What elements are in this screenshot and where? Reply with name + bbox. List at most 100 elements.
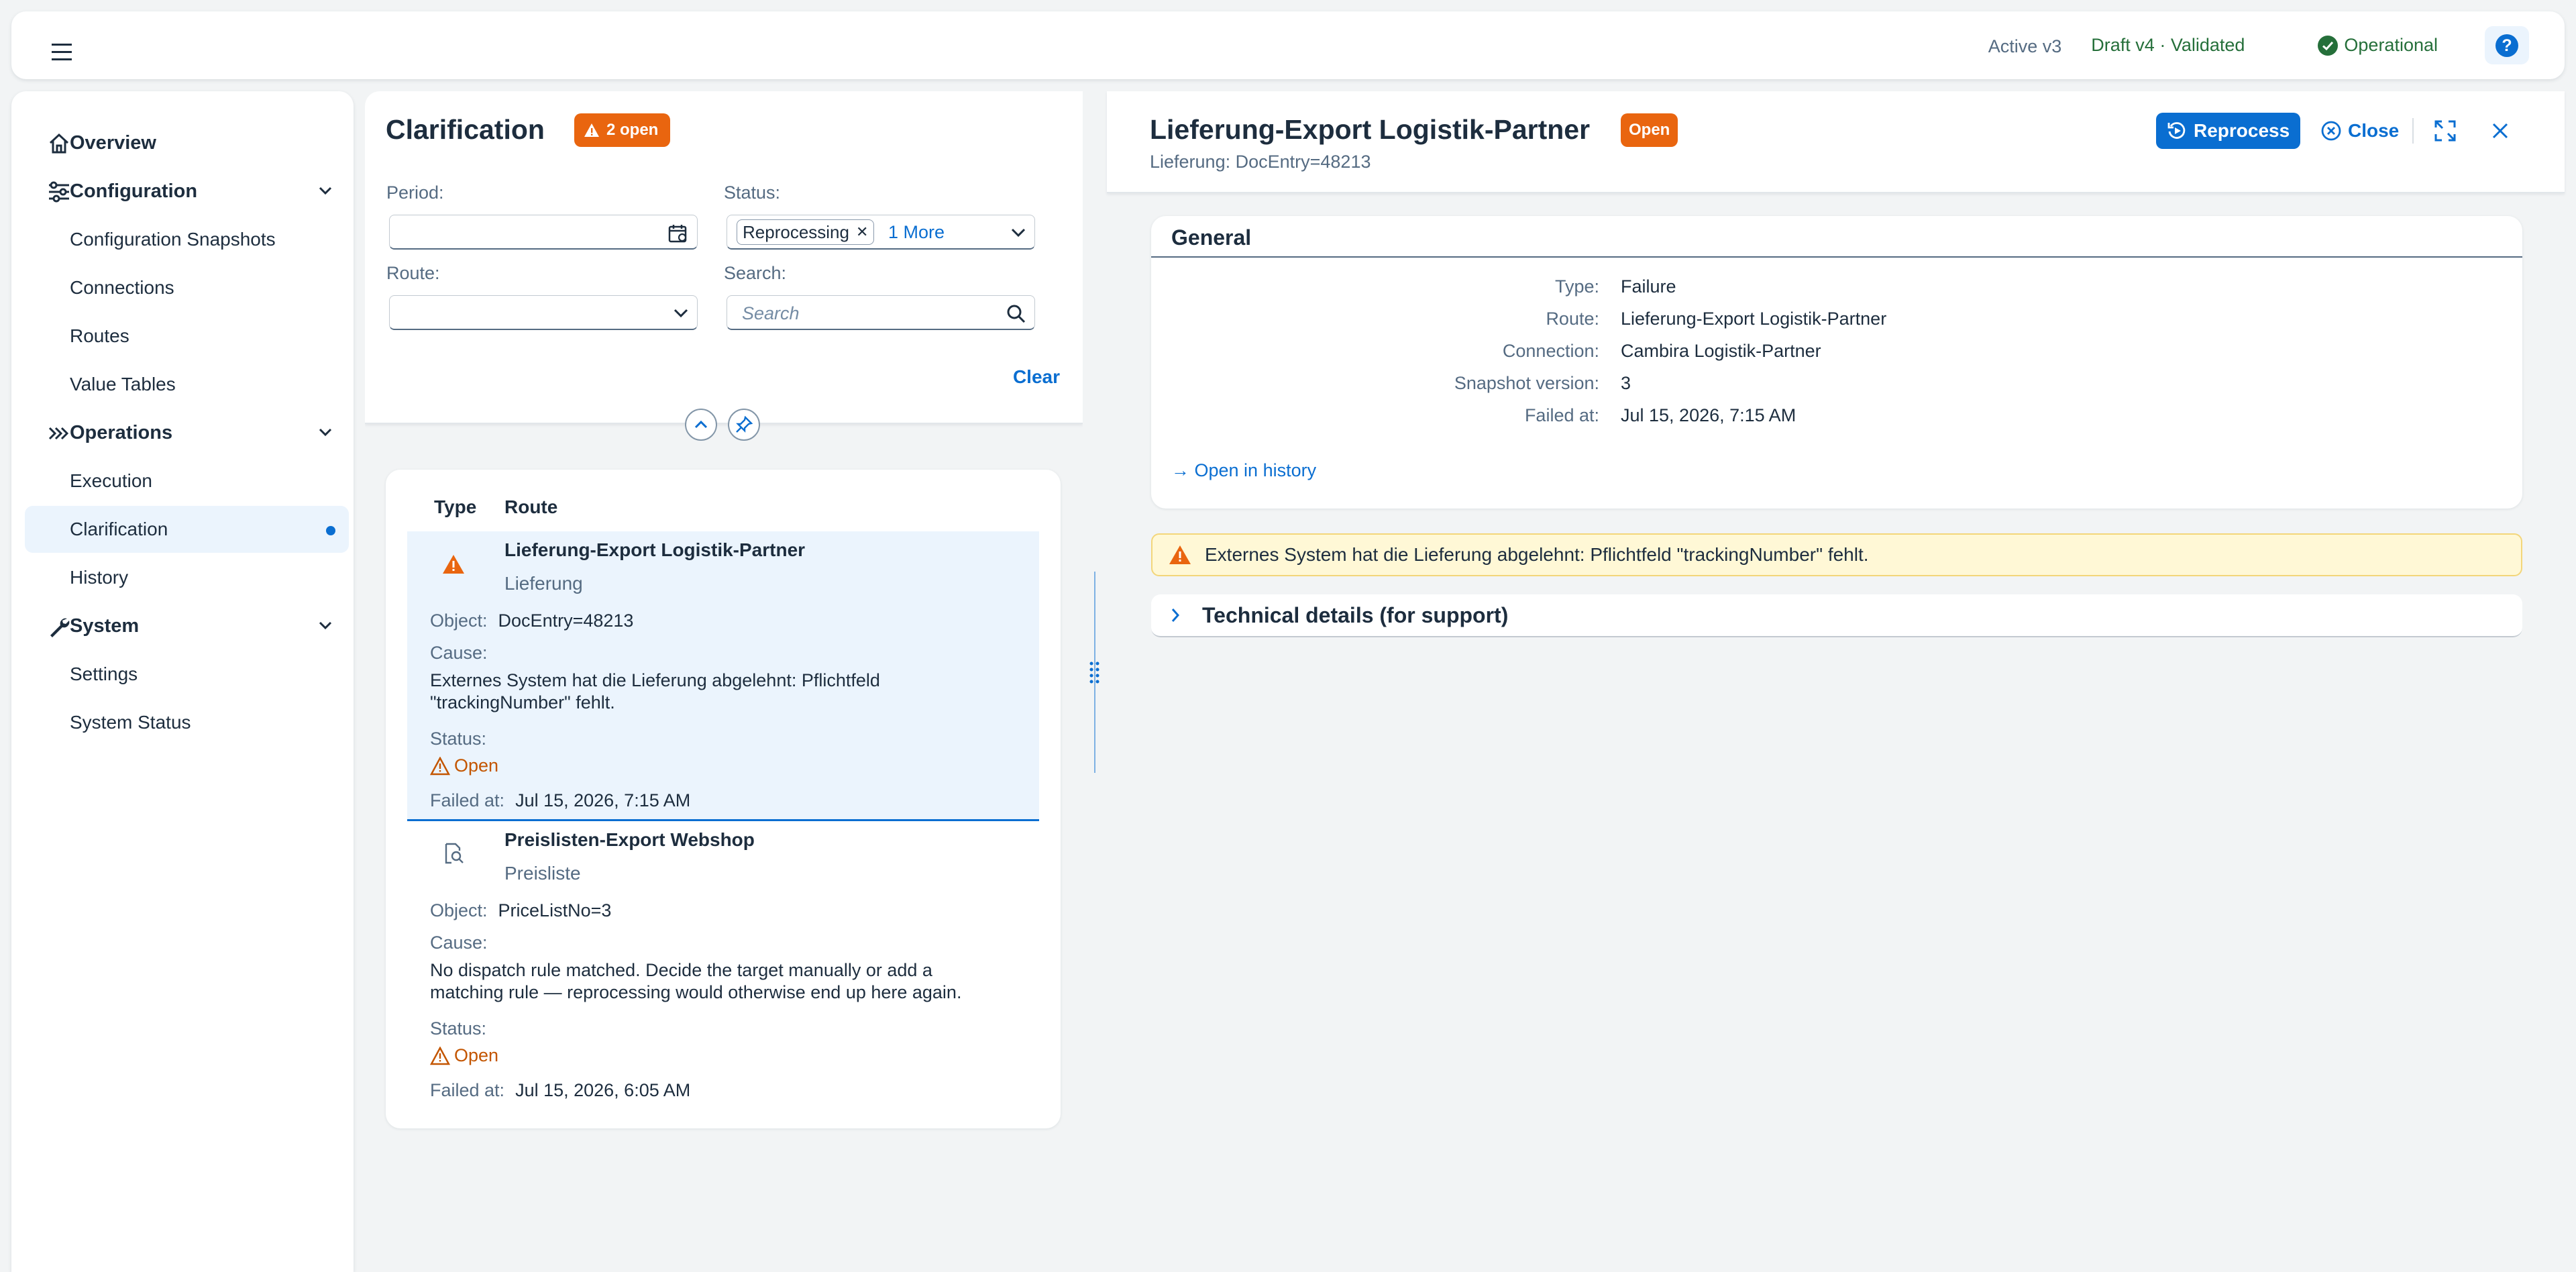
- chevron-down-icon[interactable]: [318, 620, 333, 631]
- calendar-icon[interactable]: [667, 223, 689, 244]
- column-type: Type: [434, 496, 477, 517]
- nav-configuration-label: Configuration: [70, 180, 198, 202]
- chevron-down-icon[interactable]: [1010, 227, 1026, 238]
- table-row[interactable]: Preislisten-Export Webshop Preisliste Ob…: [407, 821, 1039, 1110]
- route-label: Route:: [386, 263, 440, 283]
- nav-system-status[interactable]: System Status: [25, 699, 349, 746]
- help-icon: ?: [2496, 34, 2518, 57]
- hamburger-menu-icon[interactable]: [49, 41, 78, 64]
- clarification-list-panel: Clarification 2 open Period: Status: Rep…: [365, 91, 1083, 1272]
- token-remove-icon[interactable]: ✕: [856, 223, 868, 241]
- route-select[interactable]: [389, 295, 698, 330]
- pin-header-button[interactable]: [728, 409, 760, 441]
- row-failed-at: Failed at: Jul 15, 2026, 6:05 AM: [430, 1080, 690, 1101]
- status-token-label: Reprocessing: [743, 221, 849, 242]
- warning-message-strip: Externes System hat die Lieferung abgele…: [1151, 533, 2522, 576]
- table-row[interactable]: Lieferung-Export Logistik-Partner Liefer…: [407, 531, 1039, 821]
- close-panel-button[interactable]: [2485, 115, 2516, 146]
- detail-title: Lieferung-Export Logistik-Partner: [1150, 114, 1591, 145]
- search-input[interactable]: Search: [727, 295, 1035, 330]
- row-title: Preislisten-Export Webshop: [504, 829, 755, 850]
- chevron-down-icon[interactable]: [318, 427, 333, 437]
- nav-routes-label: Routes: [70, 325, 129, 346]
- field-value: Failure: [1621, 276, 1676, 297]
- grip-handle-icon[interactable]: [1088, 660, 1102, 684]
- cause-text: Externes System hat die Lieferung abgele…: [430, 670, 880, 712]
- field-label: Snapshot version:: [1454, 373, 1599, 393]
- row-subtitle: Lieferung: [504, 573, 583, 594]
- reprocess-button[interactable]: Reprocess: [2156, 113, 2301, 149]
- nav-system[interactable]: System: [25, 602, 349, 649]
- search-placeholder: Search: [742, 303, 800, 323]
- status-label: Status:: [724, 182, 781, 203]
- cause-text: No dispatch rule matched. Decide the tar…: [430, 960, 962, 1002]
- nav-configuration-snapshots-label: Configuration Snapshots: [70, 229, 276, 250]
- list-header: Clarification 2 open Period: Status: Rep…: [365, 91, 1083, 424]
- status-more-link[interactable]: 1 More: [888, 222, 945, 243]
- technical-details-title: Technical details (for support): [1202, 602, 1509, 627]
- open-in-history-link[interactable]: → Open in history: [1171, 460, 1316, 481]
- status-label: Status:: [430, 1018, 487, 1039]
- check-circle-icon: [2318, 35, 2339, 56]
- panel-splitter[interactable]: [1083, 91, 1107, 1272]
- operational-label: Operational: [2344, 35, 2438, 55]
- nav-clarification[interactable]: Clarification: [25, 506, 349, 553]
- collapse-header-button[interactable]: [685, 409, 717, 441]
- nav-history[interactable]: History: [25, 554, 349, 601]
- home-icon: [49, 133, 69, 154]
- field-label: Route:: [1546, 309, 1599, 329]
- nav-routes[interactable]: Routes: [25, 313, 349, 360]
- detail-panel: Lieferung-Export Logistik-Partner Open L…: [1107, 91, 2576, 1272]
- document-search-icon: [445, 843, 464, 864]
- search-icon[interactable]: [1006, 304, 1026, 324]
- nav-connections-label: Connections: [70, 277, 174, 298]
- close-item-button[interactable]: Close: [2314, 113, 2406, 149]
- help-button[interactable]: ?: [2485, 26, 2529, 64]
- column-route: Route: [504, 496, 558, 517]
- chevron-down-icon[interactable]: [673, 308, 689, 319]
- nav-connections[interactable]: Connections: [25, 264, 349, 311]
- row-object: Object: PriceListNo=3: [430, 900, 611, 921]
- nav-value-tables[interactable]: Value Tables: [25, 361, 349, 408]
- nav-execution[interactable]: Execution: [25, 458, 349, 505]
- general-section: General Type: Failure Route: Lieferung-E…: [1151, 216, 2522, 509]
- cause-label: Cause:: [430, 643, 488, 663]
- fullscreen-button[interactable]: [2430, 115, 2461, 146]
- technical-details-panel[interactable]: Technical details (for support): [1151, 594, 2522, 637]
- nav-operations[interactable]: Operations: [25, 409, 349, 456]
- general-title: General: [1171, 225, 1252, 250]
- field-failed-at: Failed at: Jul 15, 2026, 7:15 AM: [1151, 405, 2522, 432]
- field-connection: Connection: Cambira Logistik-Partner: [1151, 341, 2522, 368]
- reprocess-icon: [2167, 122, 2186, 139]
- nav-configuration-snapshots[interactable]: Configuration Snapshots: [25, 216, 349, 263]
- warning-icon: [443, 555, 464, 574]
- row-status: Open: [430, 755, 498, 776]
- object-label: Object:: [430, 611, 488, 631]
- clear-filters-button[interactable]: Clear: [1013, 366, 1060, 388]
- warning-message-text: Externes System hat die Lieferung abgele…: [1205, 544, 1869, 565]
- nav-configuration[interactable]: Configuration: [25, 168, 349, 215]
- row-status: Open: [430, 1045, 498, 1066]
- status-multiselect[interactable]: Reprocessing ✕ 1 More: [727, 215, 1035, 250]
- nav-settings[interactable]: Settings: [25, 651, 349, 698]
- nav-system-label: System: [70, 615, 140, 637]
- selected-indicator: [326, 526, 335, 535]
- field-label: Type:: [1554, 276, 1599, 297]
- chevron-down-icon[interactable]: [318, 185, 333, 196]
- row-failed-at: Failed at: Jul 15, 2026, 7:15 AM: [430, 790, 690, 811]
- field-label: Connection:: [1502, 341, 1599, 361]
- operational-status: Operational: [2317, 35, 2438, 56]
- failed-at-value: Jul 15, 2026, 6:05 AM: [515, 1080, 691, 1100]
- nav-value-tables-label: Value Tables: [70, 374, 176, 394]
- shell-bar: Active v3 Draft v4 · Validated Operation…: [11, 11, 2565, 79]
- search-label: Search:: [724, 263, 787, 283]
- nav-overview[interactable]: Overview: [25, 119, 349, 166]
- active-version-label: Active v3: [1988, 36, 2062, 56]
- warning-icon: [1169, 545, 1191, 564]
- period-input[interactable]: [389, 215, 698, 250]
- status-token[interactable]: Reprocessing ✕: [737, 219, 875, 245]
- draft-version-label: Draft v4 · Validated: [2091, 35, 2245, 55]
- field-value: 3: [1621, 373, 1631, 393]
- close-circle-icon: [2321, 121, 2341, 141]
- chevron-right-icon[interactable]: [1170, 607, 1181, 623]
